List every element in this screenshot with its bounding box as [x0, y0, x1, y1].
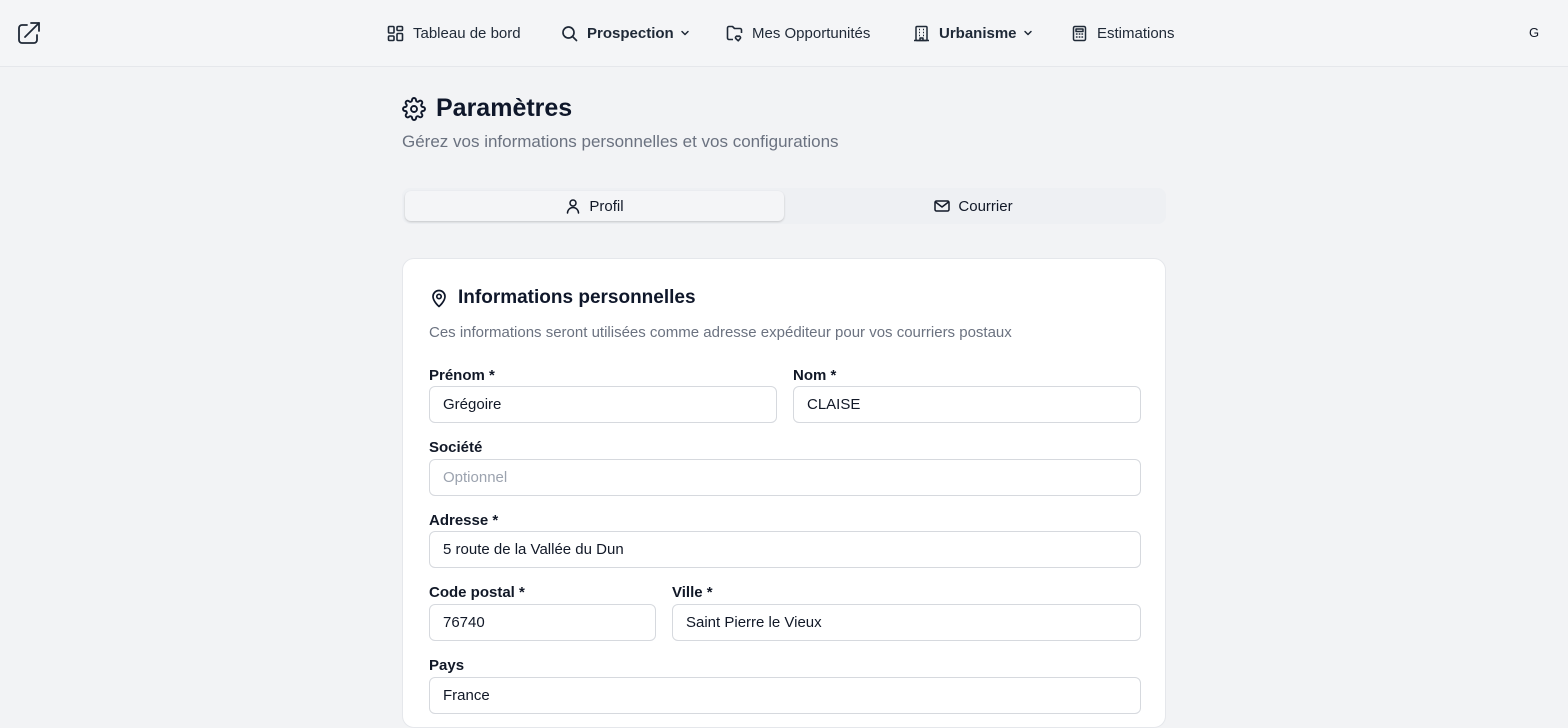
- tab-courrier[interactable]: Courrier: [784, 191, 1163, 221]
- ville-input[interactable]: [672, 604, 1141, 641]
- pays-label: Pays: [429, 657, 465, 674]
- adresse-label: Adresse *: [429, 512, 499, 529]
- nav-urbanisme[interactable]: Urbanisme: [913, 21, 1033, 45]
- top-navbar: Tableau de bord Prospection Mes Opportun…: [0, 0, 1568, 67]
- user-icon: [565, 198, 581, 214]
- tab-profil[interactable]: Profil: [405, 191, 784, 221]
- search-icon: [561, 25, 578, 42]
- code-postal-input[interactable]: [429, 604, 656, 641]
- code-postal-label: Code postal *: [429, 584, 525, 601]
- page-subtitle: Gérez vos informations personnelles et v…: [402, 132, 839, 151]
- mail-icon: [934, 198, 951, 214]
- prenom-input[interactable]: [429, 386, 777, 423]
- tab-label: Profil: [589, 197, 624, 215]
- card-description: Ces informations seront utilisées comme …: [429, 324, 1012, 341]
- page-header: Paramètres: [402, 94, 572, 123]
- nav-prospection[interactable]: Prospection: [561, 21, 690, 45]
- chevron-down-icon: [1023, 28, 1033, 38]
- nav-estimations[interactable]: Estimations: [1071, 21, 1175, 45]
- nom-label: Nom *: [793, 367, 837, 384]
- folder-heart-icon: [726, 25, 743, 42]
- nom-input[interactable]: [793, 386, 1141, 423]
- chevron-down-icon: [680, 28, 690, 38]
- map-pin-icon: [429, 288, 449, 308]
- nav-label: Urbanisme: [939, 24, 1017, 42]
- page-title: Paramètres: [436, 94, 573, 122]
- tab-label: Courrier: [958, 197, 1013, 215]
- nav-mes-opportunites[interactable]: Mes Opportunités: [726, 21, 870, 45]
- societe-label: Société: [429, 439, 483, 456]
- prenom-label: Prénom *: [429, 367, 495, 384]
- nav-label: Mes Opportunités: [752, 24, 871, 42]
- gear-icon: [402, 96, 426, 121]
- calculator-icon: [1071, 25, 1088, 42]
- personal-info-card: Informations personnelles Ces informatio…: [402, 258, 1166, 728]
- adresse-input[interactable]: [429, 531, 1141, 568]
- user-avatar[interactable]: G: [1522, 23, 1546, 43]
- building-icon: [913, 25, 930, 42]
- nav-tableau-de-bord[interactable]: Tableau de bord: [387, 21, 521, 45]
- societe-input[interactable]: [429, 459, 1141, 496]
- ville-label: Ville *: [672, 584, 713, 601]
- dashboard-icon: [387, 25, 404, 42]
- nav-label: Estimations: [1097, 24, 1175, 42]
- card-title: Informations personnelles: [458, 287, 696, 308]
- pays-input[interactable]: [429, 677, 1141, 714]
- nav-label: Prospection: [587, 24, 674, 42]
- nav-label: Tableau de bord: [413, 24, 521, 42]
- logo-icon[interactable]: [16, 20, 42, 46]
- settings-tabs: Profil Courrier: [402, 188, 1166, 224]
